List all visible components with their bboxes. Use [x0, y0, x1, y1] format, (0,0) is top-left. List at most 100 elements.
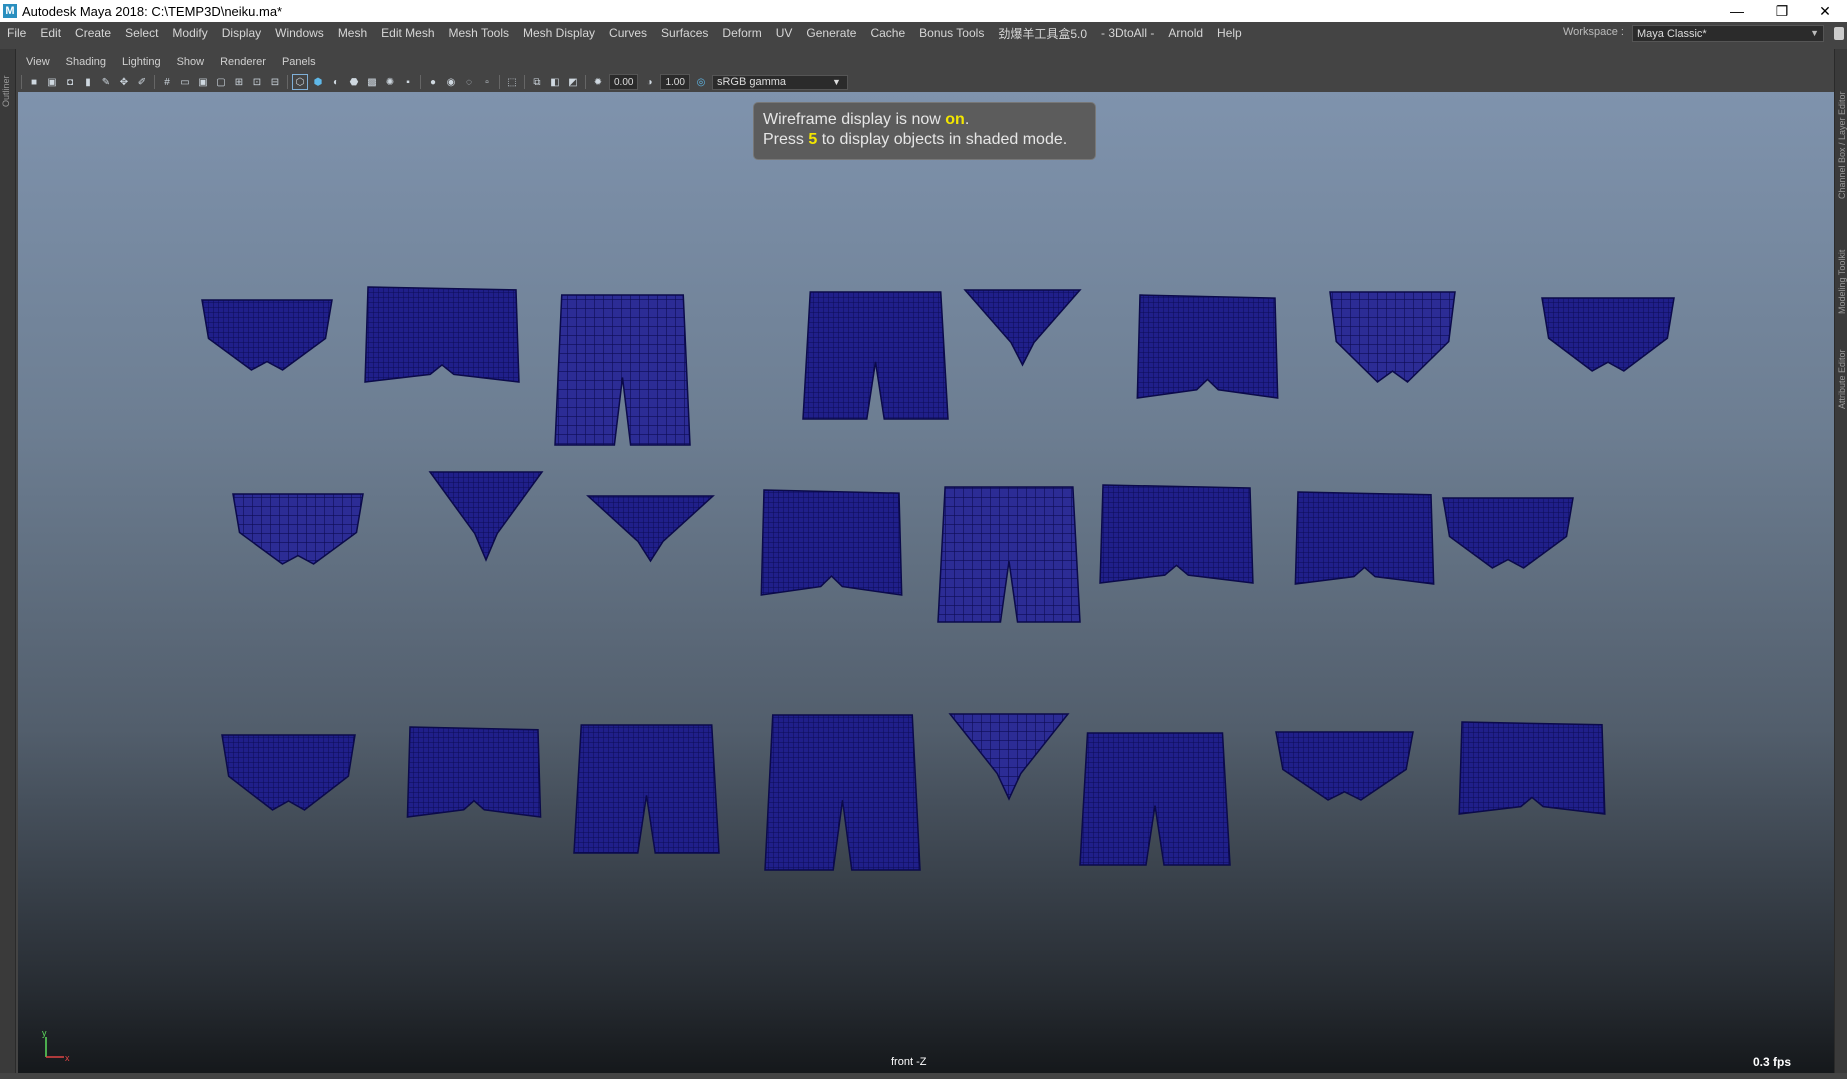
menu-mesh-tools[interactable]: Mesh Tools — [442, 26, 516, 40]
default-material-icon[interactable]: ◐ — [329, 75, 343, 89]
view-transform-dropdown[interactable]: sRGB gamma ▼ — [711, 74, 848, 90]
menu-curves[interactable]: Curves — [602, 26, 654, 40]
fps-counter: 0.3 fps — [1753, 1055, 1792, 1069]
menu-windows[interactable]: Windows — [268, 26, 331, 40]
garment-fitted-trunk[interactable] — [1294, 491, 1435, 585]
garment-string-thong[interactable] — [948, 713, 1070, 801]
safe-action-icon[interactable]: ⊡ — [250, 75, 264, 89]
garment-hipster[interactable] — [1541, 297, 1675, 372]
garment-mesh-shorts[interactable] — [937, 486, 1081, 623]
panel-menu-renderer[interactable]: Renderer — [212, 56, 274, 68]
field-chart-icon[interactable]: ⊞ — [232, 75, 246, 89]
menu-display[interactable]: Display — [215, 26, 268, 40]
panel-menu-lighting[interactable]: Lighting — [114, 56, 169, 68]
panel-menu-view[interactable]: View — [18, 56, 58, 68]
garment-solid-brief[interactable] — [1275, 731, 1414, 801]
menu-surfaces[interactable]: Surfaces — [654, 26, 715, 40]
garment-basketball-shorts[interactable] — [764, 714, 921, 871]
xray-joints-icon[interactable]: ◧ — [548, 75, 562, 89]
two-d-pan-zoom-icon[interactable]: ✥ — [117, 75, 131, 89]
garment-boxer-brief[interactable] — [1136, 294, 1279, 399]
anti-aliasing-icon[interactable]: ◌ — [462, 75, 476, 89]
film-gate-icon[interactable]: ▭ — [178, 75, 192, 89]
select-camera-icon[interactable]: ■ — [27, 75, 41, 89]
grid-icon[interactable]: # — [160, 75, 174, 89]
menu-modify[interactable]: Modify — [165, 26, 214, 40]
image-plane-icon[interactable]: ▮ — [81, 75, 95, 89]
menu-mesh-display[interactable]: Mesh Display — [516, 26, 602, 40]
depth-of-field-icon[interactable]: ▫ — [480, 75, 494, 89]
menu-toolbox-plugin[interactable]: 劲爆羊工具盒5.0 — [991, 25, 1094, 42]
textured-icon[interactable]: ▩ — [365, 75, 379, 89]
color-management-icon[interactable]: ◎ — [694, 75, 708, 89]
garment-cargo-shorts[interactable] — [1079, 732, 1231, 866]
exposure-field[interactable]: 0.00 — [609, 74, 639, 90]
smooth-shade-icon[interactable]: ⬢ — [311, 75, 325, 89]
safe-title-icon[interactable]: ⊟ — [268, 75, 282, 89]
garment-brief[interactable] — [201, 299, 333, 371]
lights-icon[interactable]: ✺ — [383, 75, 397, 89]
garment-long-shorts[interactable] — [554, 294, 691, 446]
garment-strappy-thong[interactable] — [963, 289, 1082, 367]
viewport-3d[interactable]: Wireframe display is now on. Press 5 to … — [18, 92, 1834, 1073]
garment-cheeky-brief[interactable] — [1442, 497, 1574, 569]
menu-generate[interactable]: Generate — [799, 26, 863, 40]
garment-square-cut-trunk[interactable] — [1458, 721, 1606, 815]
panel-menu-panels[interactable]: Panels — [274, 56, 324, 68]
garment-jockstrap[interactable] — [1329, 291, 1456, 383]
garment-low-thong[interactable] — [586, 495, 715, 563]
garment-board-shorts[interactable] — [573, 724, 720, 854]
garment-square-trunk[interactable] — [760, 489, 903, 596]
grease-pencil-icon[interactable]: ✎ — [99, 75, 113, 89]
menu-3dtoall[interactable]: - 3DtoAll - — [1094, 26, 1161, 40]
shadows-icon[interactable]: ▪ — [401, 75, 415, 89]
garment-bikini-brief[interactable] — [232, 493, 364, 565]
xray-components-icon[interactable]: ◩ — [566, 75, 580, 89]
wireframe-on-shaded-icon[interactable]: ⬣ — [347, 75, 361, 89]
minimize-button[interactable]: — — [1715, 0, 1759, 22]
channel-box-tab[interactable]: Channel Box / Layer Editor — [1837, 91, 1847, 199]
garment-low-rise-brief[interactable] — [221, 734, 356, 811]
camera-attributes-icon[interactable]: ▣ — [45, 75, 59, 89]
panel-menu-show[interactable]: Show — [169, 56, 213, 68]
menu-edit[interactable]: Edit — [33, 26, 68, 40]
isolate-select-icon[interactable]: ⬚ — [505, 75, 519, 89]
menu-create[interactable]: Create — [68, 26, 118, 40]
exposure-icon[interactable]: ✹ — [591, 75, 605, 89]
gamma-field[interactable]: 1.00 — [660, 74, 690, 90]
lock-icon[interactable] — [1834, 27, 1844, 40]
outliner-tab-strip[interactable]: Outliner — [0, 49, 16, 1079]
garment-short-trunk[interactable] — [1099, 484, 1254, 584]
menu-deform[interactable]: Deform — [715, 26, 768, 40]
brush-icon[interactable]: ✐ — [135, 75, 149, 89]
modeling-toolkit-tab[interactable]: Modeling Toolkit — [1837, 250, 1847, 314]
scene-svg[interactable] — [18, 92, 1834, 1073]
menu-cache[interactable]: Cache — [863, 26, 912, 40]
menu-bonus-tools[interactable]: Bonus Tools — [912, 26, 991, 40]
menu-edit-mesh[interactable]: Edit Mesh — [374, 26, 441, 40]
motion-blur-icon[interactable]: ◉ — [444, 75, 458, 89]
garment-mini-trunk[interactable] — [406, 726, 542, 818]
xray-icon[interactable]: ⧉ — [530, 75, 544, 89]
gate-mask-icon[interactable]: ▢ — [214, 75, 228, 89]
outliner-tab-label[interactable]: Outliner — [1, 75, 11, 107]
workspace-dropdown[interactable]: Maya Classic* ▼ — [1632, 25, 1824, 42]
attribute-editor-tab[interactable]: Attribute Editor — [1837, 349, 1847, 409]
restore-button[interactable]: ❐ — [1760, 0, 1804, 22]
garment-boxer-shorts[interactable] — [802, 291, 949, 420]
screen-space-ao-icon[interactable]: ● — [426, 75, 440, 89]
bookmark-icon[interactable]: ◘ — [63, 75, 77, 89]
garment-v-thong[interactable] — [428, 471, 544, 562]
panel-menu-shading[interactable]: Shading — [58, 56, 114, 68]
menu-uv[interactable]: UV — [769, 26, 800, 40]
wireframe-icon[interactable]: ⬡ — [292, 74, 308, 90]
menu-file[interactable]: File — [0, 26, 33, 40]
menu-select[interactable]: Select — [118, 26, 165, 40]
gamma-icon[interactable]: ◑ — [642, 75, 656, 89]
menu-help[interactable]: Help — [1210, 26, 1249, 40]
menu-arnold[interactable]: Arnold — [1161, 26, 1210, 40]
resolution-gate-icon[interactable]: ▣ — [196, 75, 210, 89]
close-button[interactable]: ✕ — [1803, 0, 1847, 22]
garment-trunk[interactable] — [364, 286, 520, 383]
menu-mesh[interactable]: Mesh — [331, 26, 374, 40]
